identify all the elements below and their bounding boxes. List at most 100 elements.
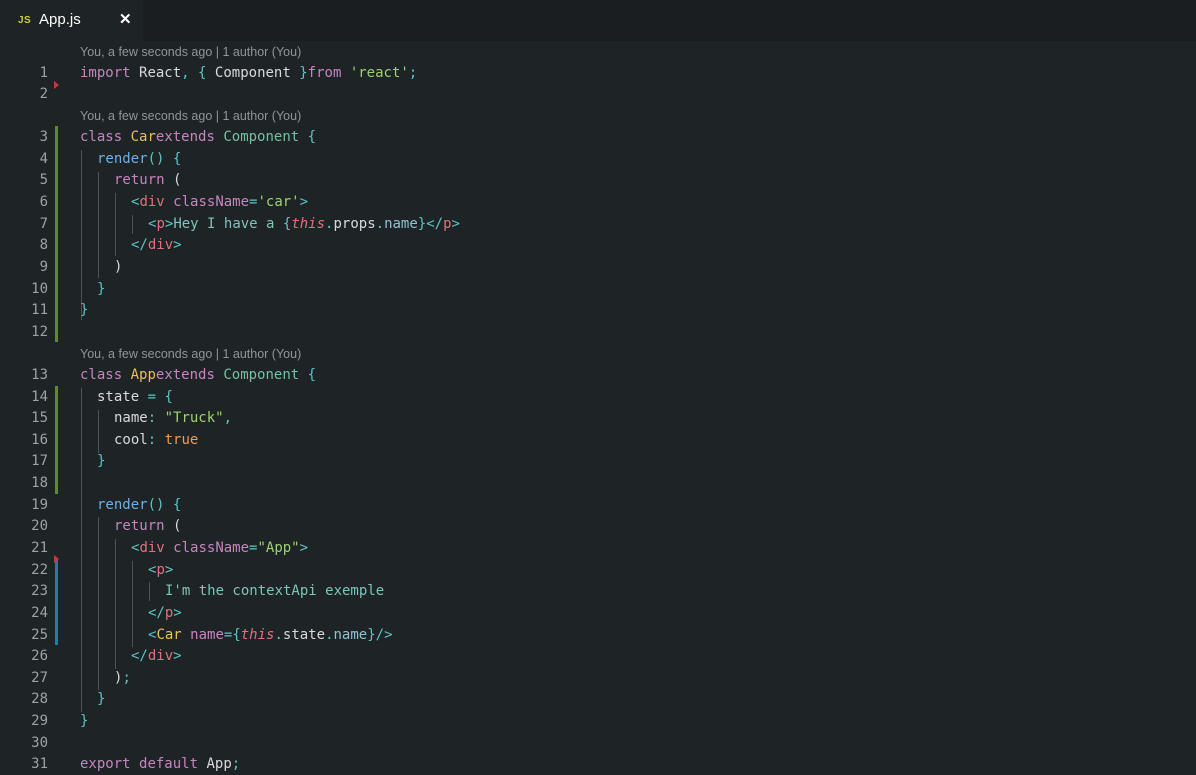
code-text: </div>: [131, 645, 182, 667]
code-token: class: [80, 367, 123, 383]
code-text: <div className='car'>: [131, 191, 308, 213]
code-token: App: [130, 367, 156, 383]
code-line[interactable]: 9): [0, 256, 1196, 278]
code-line[interactable]: 19 render() {: [0, 494, 1196, 516]
code-token: }: [97, 453, 106, 469]
code-token: extends: [155, 367, 215, 383]
code-token: Component: [223, 129, 300, 145]
code-token: {: [307, 129, 317, 145]
code-line[interactable]: 23 I'm the contextApi exemple: [0, 580, 1196, 602]
code-token: >: [299, 194, 309, 210]
line-number: 27: [31, 670, 48, 686]
code-token: Car: [130, 129, 156, 145]
code-line[interactable]: 7 <p>Hey I have a {this.props.name}</p>: [0, 213, 1196, 235]
line-number: 30: [31, 735, 48, 751]
code-token: true: [164, 432, 199, 448]
line-number: 23: [31, 583, 48, 599]
code-text: }: [80, 710, 88, 732]
code-token: div: [147, 648, 174, 664]
code-token: props: [333, 216, 376, 232]
code-token: Hey I have a: [173, 216, 283, 232]
code-line[interactable]: 22 <p>: [0, 559, 1196, 581]
code-text: );: [114, 667, 131, 689]
code-line[interactable]: 2: [0, 83, 1196, 105]
line-number: 8: [39, 237, 48, 253]
code-text: </p>: [148, 602, 182, 624]
code-token: class: [80, 129, 123, 145]
code-token: {: [307, 367, 317, 383]
code-token: (: [173, 518, 182, 534]
code-text: class Carextends Component {: [80, 126, 316, 148]
code-token: ={: [223, 627, 241, 643]
code-text: ): [114, 256, 122, 278]
code-text: }: [80, 299, 88, 321]
code-line[interactable]: 17}: [0, 450, 1196, 472]
line-number: 14: [31, 389, 48, 405]
code-token: >: [164, 562, 174, 578]
code-token: {: [198, 65, 207, 81]
code-token: div: [147, 237, 174, 253]
code-line[interactable]: 30: [0, 732, 1196, 754]
code-token: default: [139, 756, 199, 772]
code-line[interactable]: 10}: [0, 278, 1196, 300]
close-icon[interactable]: ✕: [119, 10, 132, 30]
code-token: render: [97, 497, 148, 513]
code-line[interactable]: 31 export default App;: [0, 753, 1196, 775]
line-number: 29: [31, 713, 48, 729]
line-number: 22: [31, 562, 48, 578]
codelens-blame[interactable]: You, a few seconds ago | 1 author (You): [80, 105, 301, 127]
code-line[interactable]: 21 <div className="App">: [0, 537, 1196, 559]
code-token: (: [173, 172, 182, 188]
code-token: extends: [155, 129, 215, 145]
codelens-blame[interactable]: You, a few seconds ago | 1 author (You): [80, 343, 301, 365]
code-line[interactable]: 26 </div>: [0, 645, 1196, 667]
code-line[interactable]: 15 name: "Truck",: [0, 407, 1196, 429]
code-token: }: [97, 281, 106, 297]
code-token: return: [114, 518, 165, 534]
code-text: render() {: [97, 148, 181, 170]
line-number: 1: [39, 65, 48, 81]
code-text: <p>Hey I have a {this.props.name}</p>: [148, 213, 460, 235]
code-line[interactable]: 14 state = {: [0, 386, 1196, 408]
code-token: ,: [223, 410, 233, 426]
code-line[interactable]: 20 return (: [0, 515, 1196, 537]
code-text: cool: true: [114, 429, 198, 451]
code-token: App: [206, 756, 232, 772]
code-line[interactable]: 16 cool: true: [0, 429, 1196, 451]
codelens-blame[interactable]: You, a few seconds ago | 1 author (You): [80, 41, 301, 63]
line-number: 19: [31, 497, 48, 513]
code-token: from: [307, 65, 342, 81]
code-token: Component: [214, 65, 291, 81]
code-line[interactable]: 27);: [0, 667, 1196, 689]
code-line[interactable]: 13 class Appextends Component {: [0, 364, 1196, 386]
code-token: ;: [408, 65, 418, 81]
tab-app-js[interactable]: JS App.js ✕: [0, 0, 143, 41]
code-line[interactable]: 11}: [0, 299, 1196, 321]
code-editor[interactable]: You, a few seconds ago | 1 author (You) …: [0, 41, 1196, 774]
code-token: ,: [181, 65, 190, 81]
code-line[interactable]: 5 return (: [0, 169, 1196, 191]
code-text: }: [97, 450, 105, 472]
code-line[interactable]: 28}: [0, 688, 1196, 710]
line-number: 21: [31, 540, 48, 556]
line-number: 5: [39, 172, 48, 188]
code-line[interactable]: 6 <div className='car'>: [0, 191, 1196, 213]
code-line[interactable]: 18: [0, 472, 1196, 494]
code-token: }: [80, 302, 89, 318]
code-token: 'react': [349, 65, 409, 81]
code-line[interactable]: 1 import React, { Component }from 'react'…: [0, 62, 1196, 84]
code-line[interactable]: 29}: [0, 710, 1196, 732]
code-line[interactable]: 24 </p>: [0, 602, 1196, 624]
code-text: import React, { Component }from 'react';: [80, 62, 417, 84]
code-token: }</: [417, 216, 444, 232]
javascript-file-icon: JS: [18, 15, 32, 26]
code-line[interactable]: 25 <Car name={this.state.name}/>: [0, 624, 1196, 646]
line-number: 10: [31, 281, 48, 297]
code-line[interactable]: 3 class Carextends Component {: [0, 126, 1196, 148]
code-token: }: [299, 65, 308, 81]
code-line[interactable]: 12: [0, 321, 1196, 343]
code-line[interactable]: 8 </div>: [0, 234, 1196, 256]
code-line[interactable]: 4 render() {: [0, 148, 1196, 170]
code-token: >: [299, 540, 309, 556]
code-text: class Appextends Component {: [80, 364, 316, 386]
